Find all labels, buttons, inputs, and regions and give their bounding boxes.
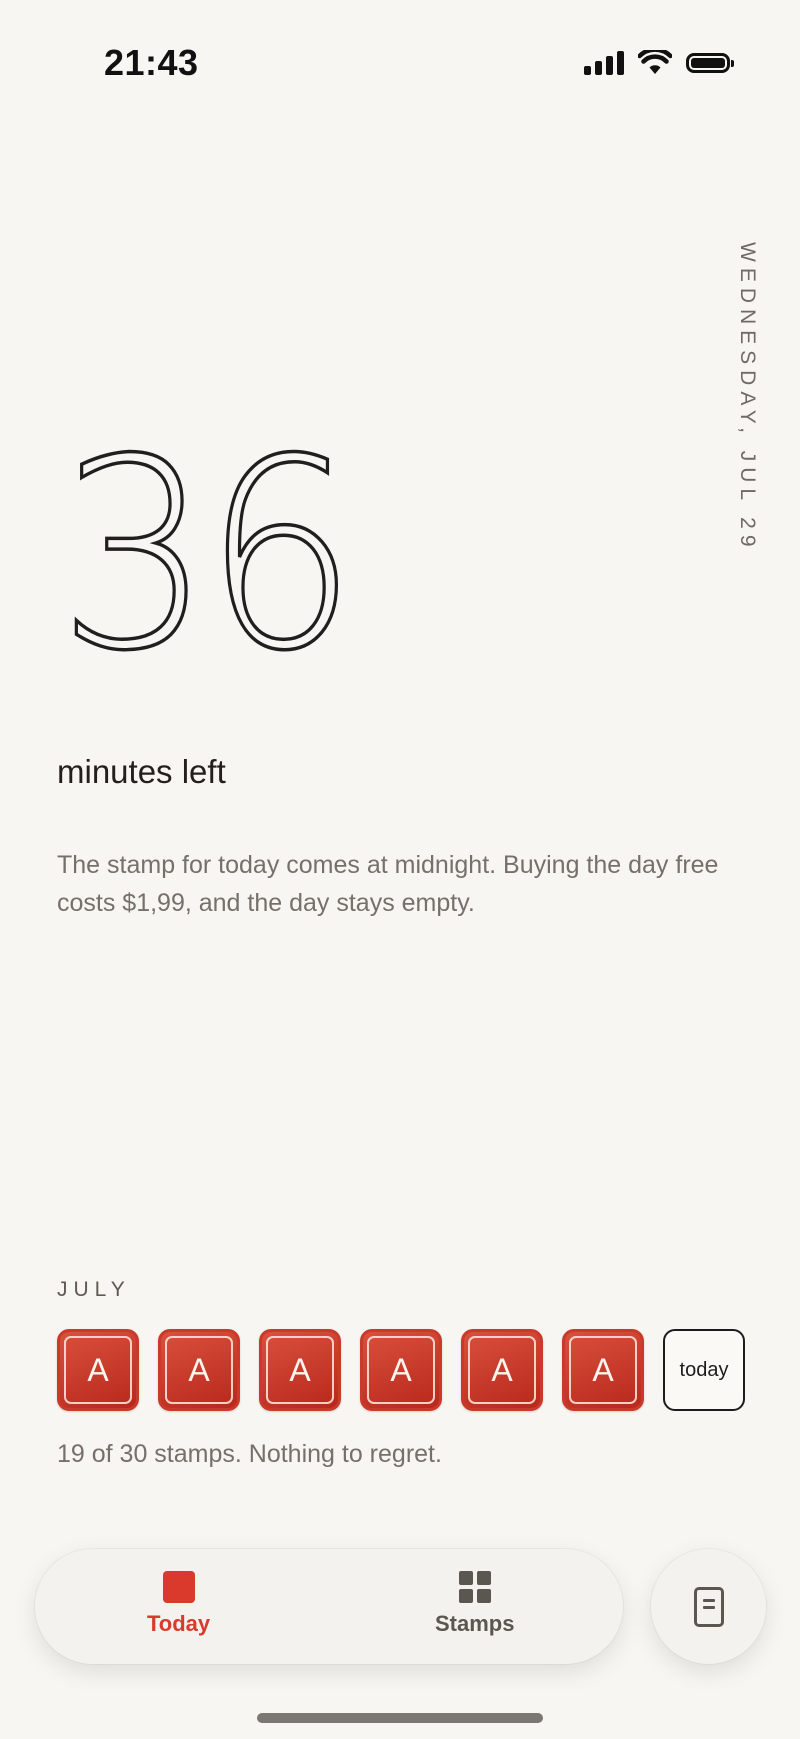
minutes-countdown: 36 <box>56 403 359 708</box>
status-bar: 21:43 <box>0 0 800 130</box>
stamp-day[interactable]: A <box>562 1329 644 1411</box>
status-icons <box>584 50 734 76</box>
date-label: WEDNESDAY, JUL 29 <box>736 242 759 553</box>
status-time: 21:43 <box>104 42 199 83</box>
stamp-day[interactable]: A <box>461 1329 543 1411</box>
signal-icon <box>584 51 624 75</box>
month-label: JULY <box>57 1278 131 1301</box>
stamps-row: A A A A A A today <box>57 1329 745 1411</box>
battery-icon <box>686 53 734 73</box>
tab-label: Today <box>147 1611 211 1636</box>
minutes-left-label: minutes left <box>57 753 226 790</box>
stamp-day[interactable]: A <box>259 1329 341 1411</box>
stamp-day[interactable]: A <box>158 1329 240 1411</box>
stamp-summary: 19 of 30 stamps. Nothing to regret. <box>57 1440 442 1468</box>
wifi-icon <box>638 50 672 74</box>
grid-icon <box>458 1571 491 1603</box>
stamp-letter: A <box>491 1351 513 1388</box>
stamp-description: The stamp for today comes at midnight. B… <box>57 851 719 917</box>
document-icon <box>693 1586 724 1627</box>
tab-stamps[interactable]: Stamps <box>435 1571 514 1637</box>
home-indicator[interactable] <box>257 1713 543 1723</box>
tab-today[interactable]: Today <box>147 1571 210 1637</box>
stamp-letter: A <box>188 1351 210 1388</box>
journal-button[interactable] <box>651 1549 766 1664</box>
stamp-letter: A <box>289 1351 311 1388</box>
tab-bar: Today Stamps <box>35 1549 623 1664</box>
stamp-letter: A <box>87 1351 109 1388</box>
tab-label: Stamps <box>435 1611 515 1636</box>
stamp-letter: A <box>390 1351 412 1388</box>
square-icon <box>162 1571 195 1603</box>
stamp-day[interactable]: A <box>57 1329 139 1411</box>
today-cell[interactable]: today <box>663 1329 745 1411</box>
stamp-day[interactable]: A <box>360 1329 442 1411</box>
stamp-letter: A <box>592 1351 614 1388</box>
